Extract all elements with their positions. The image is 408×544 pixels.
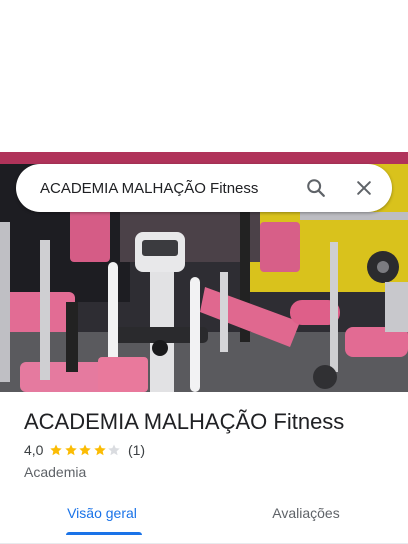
review-count[interactable]: (1) (128, 442, 145, 458)
close-icon (357, 181, 371, 195)
star-filled-icon (50, 444, 63, 456)
tab-bar: Visão geral Avaliações (0, 496, 408, 544)
tab-overview-label: Visão geral (67, 505, 137, 521)
star-rating (49, 443, 122, 457)
search-button[interactable] (292, 164, 340, 212)
star-filled-icon (94, 444, 106, 456)
tab-reviews[interactable]: Avaliações (204, 496, 408, 543)
search-icon (307, 179, 325, 197)
rating-row[interactable]: 4,0 (1) (24, 440, 394, 460)
place-title: ACADEMIA MALHAÇÃO Fitness (24, 409, 345, 434)
star-empty-icon (108, 444, 121, 456)
star-filled-icon (79, 444, 92, 456)
close-button[interactable] (340, 164, 388, 212)
tab-overview[interactable]: Visão geral (0, 496, 204, 543)
tab-reviews-label: Avaliações (272, 505, 340, 521)
star-filled-icon (65, 444, 77, 456)
place-info: ACADEMIA MALHAÇÃO Fitness 4,0 (1) Academ… (24, 408, 394, 482)
search-bar[interactable]: ACADEMIA MALHAÇÃO Fitness (16, 164, 392, 212)
rating-value: 4,0 (24, 442, 44, 458)
search-input[interactable]: ACADEMIA MALHAÇÃO Fitness (16, 180, 292, 197)
place-category[interactable]: Academia (24, 462, 394, 482)
